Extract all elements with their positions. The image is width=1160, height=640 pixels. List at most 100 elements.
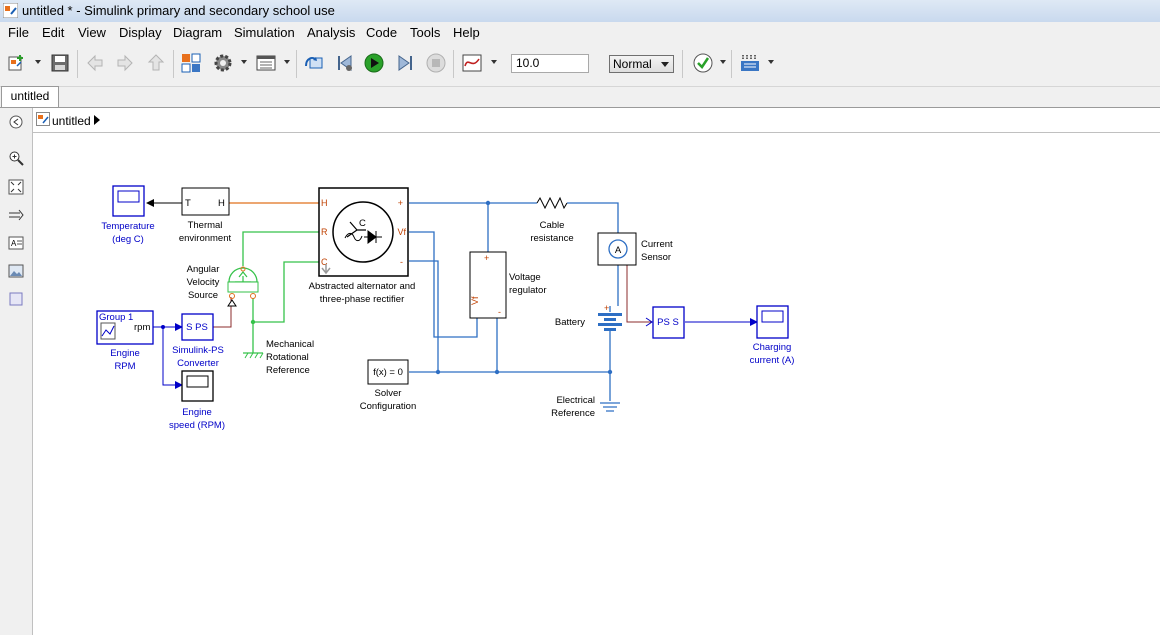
menu-help[interactable]: Help (453, 25, 480, 40)
cable-resistance-block[interactable]: Cable resistance (530, 196, 574, 244)
step-back-icon[interactable] (334, 52, 356, 74)
svg-text:-: - (400, 257, 403, 267)
svg-text:rpm: rpm (134, 322, 150, 333)
battery-block[interactable]: + Battery (555, 303, 622, 331)
engine-speed-scope-block[interactable]: Engine speed (RPM) (169, 370, 225, 431)
area-icon[interactable] (8, 291, 24, 307)
menu-tools[interactable]: Tools (410, 25, 440, 40)
svg-text:regulator: regulator (509, 285, 547, 296)
engine-rpm-block[interactable]: Group 1 rpm Engine RPM (96, 310, 154, 372)
back-icon[interactable] (84, 52, 106, 74)
svg-text:T: T (185, 198, 191, 209)
chevron-right-icon[interactable] (94, 115, 100, 125)
hide-arrows-icon[interactable] (8, 207, 24, 223)
toolbar-separator (453, 50, 454, 78)
tab-untitled[interactable]: untitled (1, 86, 59, 107)
electrical-wires (409, 202, 619, 401)
svg-text:R: R (321, 227, 328, 237)
svg-text:Group 1: Group 1 (99, 312, 133, 323)
svg-text:Converter: Converter (177, 358, 219, 369)
toolbar-separator (77, 50, 78, 78)
svg-text:Reference: Reference (551, 408, 595, 419)
step-forward-icon[interactable] (394, 52, 416, 74)
menu-edit[interactable]: Edit (42, 25, 64, 40)
svg-text:+: + (398, 198, 403, 208)
svg-text:Mechanical: Mechanical (266, 339, 314, 350)
menu-diagram[interactable]: Diagram (173, 25, 222, 40)
menu-bar: File Edit View Display Diagram Simulatio… (0, 22, 1160, 44)
toolbar-separator (296, 50, 297, 78)
update-diagram-icon[interactable] (303, 52, 325, 74)
svg-text:Engine: Engine (110, 348, 140, 359)
config-dropdown-icon[interactable] (241, 60, 247, 64)
svg-text:Simulink-PS: Simulink-PS (172, 345, 224, 356)
scope-dropdown-icon[interactable] (491, 60, 497, 64)
temperature-scope-block[interactable]: Temperature (deg C) (101, 185, 155, 245)
charging-current-scope-block[interactable]: Charging current (A) (750, 305, 795, 366)
stop-icon[interactable] (425, 52, 447, 74)
svg-text:Reference: Reference (266, 365, 310, 376)
svg-text:Current: Current (641, 239, 673, 250)
svg-text:(deg C): (deg C) (112, 234, 144, 245)
zoom-icon[interactable] (8, 150, 24, 166)
model-explorer-icon[interactable] (255, 52, 277, 74)
menu-file[interactable]: File (8, 25, 29, 40)
forward-icon[interactable] (114, 52, 136, 74)
svg-text:Charging: Charging (753, 342, 792, 353)
gear-icon[interactable] (212, 52, 234, 74)
stop-time-input[interactable]: 10.0 (511, 54, 589, 73)
svg-text:Sensor: Sensor (641, 252, 671, 263)
simulation-mode-select[interactable]: Normal (609, 55, 674, 73)
angular-velocity-source-block[interactable]: Angular Velocity Source (187, 264, 259, 307)
svg-text:C: C (359, 218, 366, 229)
new-model-icon[interactable] (6, 52, 28, 74)
menu-display[interactable]: Display (119, 25, 162, 40)
ps-simulink-converter-block[interactable]: PS S (645, 306, 685, 339)
toolbar-separator (682, 50, 683, 78)
svg-text:Thermal: Thermal (188, 220, 223, 231)
window-title: untitled * - Simulink primary and second… (22, 3, 335, 18)
build-dropdown-icon[interactable] (768, 60, 774, 64)
image-icon[interactable] (8, 263, 24, 279)
thermal-environment-block[interactable]: T H Thermal environment (179, 187, 232, 244)
svg-text:current (A): current (A) (750, 355, 795, 366)
menu-code[interactable]: Code (366, 25, 397, 40)
scope-viewer-icon[interactable] (461, 52, 483, 74)
model-canvas[interactable]: Temperature (deg C) T H Thermal environm… (33, 133, 1160, 635)
current-sensor-block[interactable]: A Current Sensor (597, 232, 673, 266)
advisor-dropdown-icon[interactable] (720, 60, 726, 64)
fit-view-icon[interactable] (8, 179, 24, 195)
palette-panel: A (0, 108, 33, 635)
solver-configuration-block[interactable]: f(x) = 0 Solver Configuration (360, 359, 417, 412)
menu-view[interactable]: View (78, 25, 106, 40)
svg-text:Abstracted alternator and: Abstracted alternator and (309, 281, 416, 292)
new-dropdown-icon[interactable] (35, 60, 41, 64)
annotation-icon[interactable]: A (8, 235, 24, 251)
menu-simulation[interactable]: Simulation (234, 25, 295, 40)
alternator-rectifier-block[interactable]: C H R C + Vf - Abstracted alternator and… (309, 187, 416, 305)
mechanical-reference-block[interactable]: Mechanical Rotational Reference (243, 339, 314, 376)
build-icon[interactable] (739, 52, 761, 74)
run-icon[interactable] (363, 52, 385, 74)
model-advisor-icon[interactable] (692, 52, 714, 74)
save-icon[interactable] (49, 52, 71, 74)
svg-text:A: A (11, 239, 17, 248)
hide-browser-icon[interactable] (8, 114, 24, 130)
svg-text:Voltage: Voltage (509, 272, 541, 283)
toolbar-separator (173, 50, 174, 78)
ps-signals (213, 265, 652, 328)
voltage-regulator-block[interactable]: + - Vf Voltage regulator (469, 251, 547, 319)
menu-analysis[interactable]: Analysis (307, 25, 355, 40)
library-browser-icon[interactable] (180, 52, 202, 74)
breadcrumb[interactable]: untitled (52, 114, 91, 128)
svg-text:A: A (615, 245, 622, 256)
svg-text:Engine: Engine (182, 407, 212, 418)
explorer-dropdown-icon[interactable] (284, 60, 290, 64)
tab-bar (0, 87, 1160, 108)
svg-text:Configuration: Configuration (360, 401, 417, 412)
up-icon[interactable] (145, 52, 167, 74)
signal-branch-point (161, 325, 165, 329)
simulink-ps-converter-block[interactable]: S PS Simulink-PS Converter (172, 313, 224, 369)
svg-text:speed (RPM): speed (RPM) (169, 420, 225, 431)
svg-text:Temperature: Temperature (101, 221, 154, 232)
